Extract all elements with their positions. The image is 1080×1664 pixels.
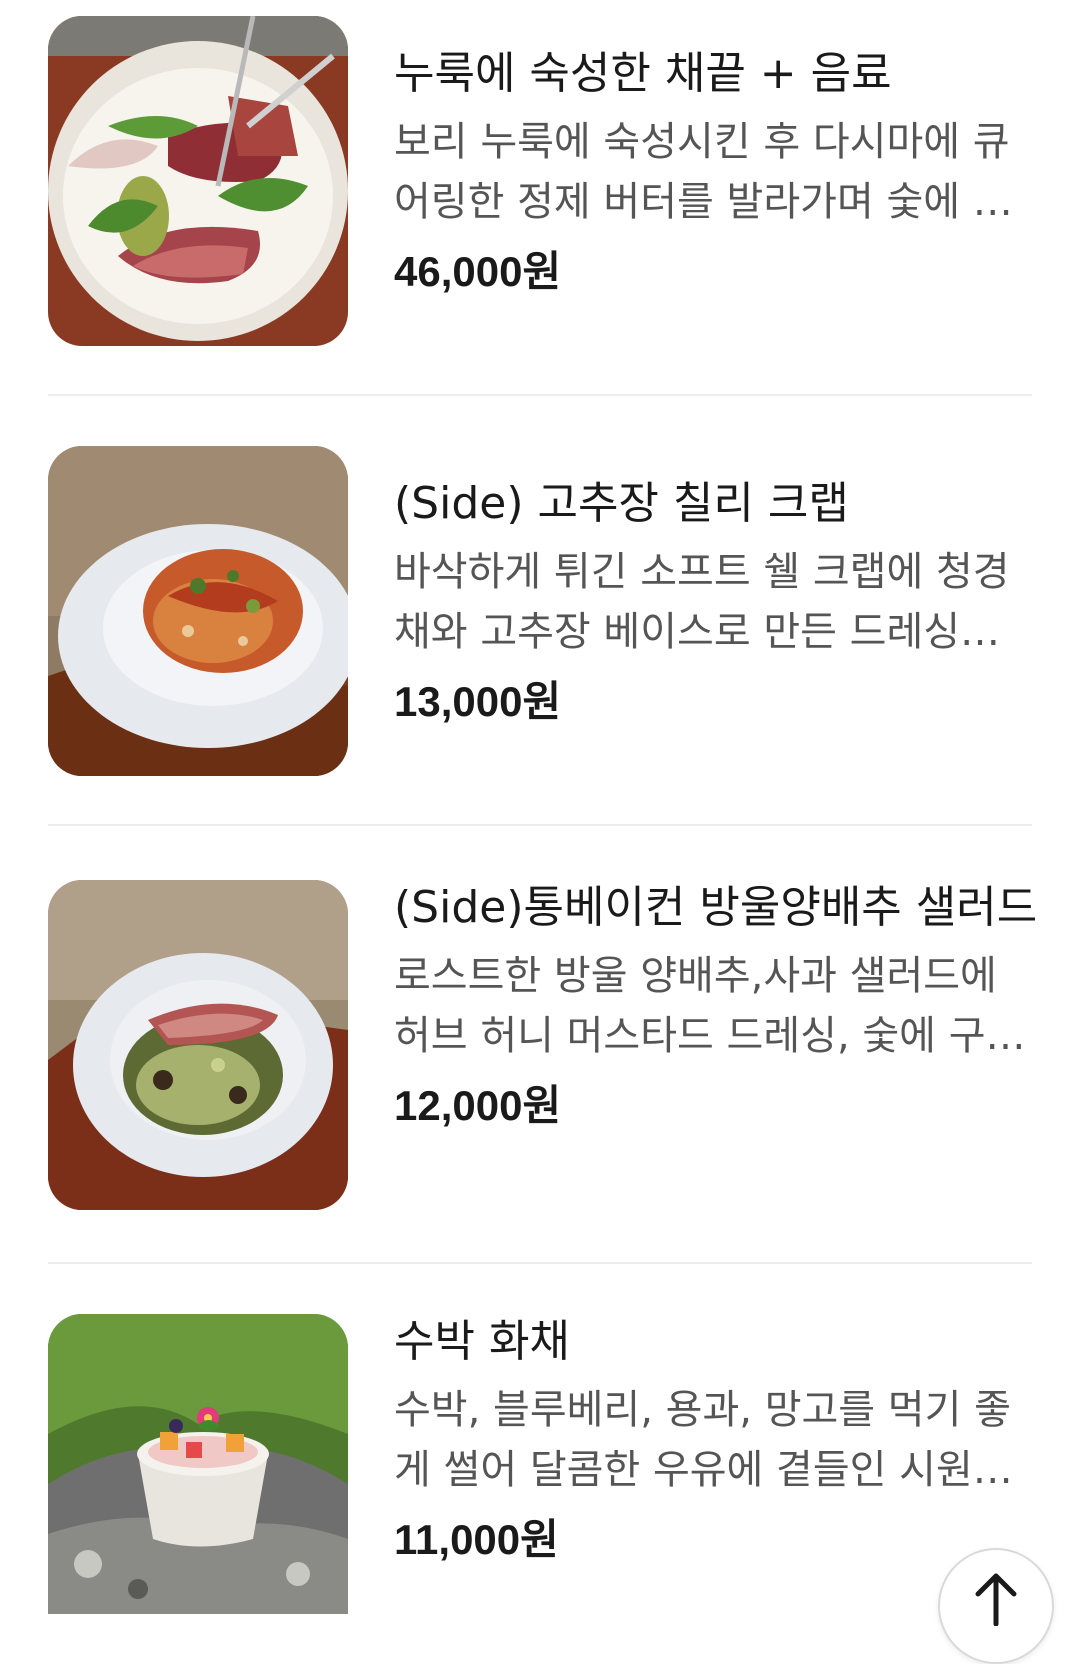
menu-item[interactable]: 누룩에 숙성한 채끝 + 음료 보리 누룩에 숙성시킨 후 다시마에 큐어링한 … [48, 16, 1032, 346]
menu-item-info: 누룩에 숙성한 채끝 + 음료 보리 누룩에 숙성시킨 후 다시마에 큐어링한 … [394, 16, 1038, 300]
menu-item-price: 12,000원 [394, 1082, 562, 1129]
scroll-to-top-button[interactable] [938, 1548, 1054, 1664]
menu-item-photo [48, 880, 348, 1210]
menu-item-price: 46,000원 [394, 248, 562, 295]
divider [48, 1262, 1032, 1264]
menu-item-photo [48, 16, 348, 346]
arrow-up-icon [975, 1573, 1017, 1626]
menu-item-photo [48, 446, 348, 776]
menu-item-description: 바삭하게 튀긴 소프트 쉘 크랩에 청경채와 고추장 베이스로 만든 드레싱… [394, 549, 1010, 655]
menu-item-price: 13,000원 [394, 678, 562, 725]
menu-item-name: (Side) 고추장 칠리 크랩 [394, 478, 849, 529]
divider [48, 394, 1032, 396]
menu-item-description: 수박, 블루베리, 용과, 망고를 먹기 좋게 썰어 달콤한 우유에 곁들인 시… [394, 1387, 1013, 1493]
menu-item-name: 수박 화채 [394, 1316, 570, 1367]
menu-item-name: 누룩에 숙성한 채끝 + 음료 [394, 48, 892, 99]
menu-item-name: (Side)통베이컨 방울양배추 샐러드 [394, 882, 1038, 933]
menu-item-info: (Side)통베이컨 방울양배추 샐러드 로스트한 방울 양배추,사과 샐러드에… [394, 880, 1038, 1134]
menu-item-photo [48, 1314, 348, 1614]
menu-item-description: 로스트한 방울 양배추,사과 샐러드에 허브 허니 머스타드 드레싱, 숯에 구… [394, 953, 1026, 1059]
menu-item-description: 보리 누룩에 숙성시킨 후 다시마에 큐어링한 정제 버터를 발라가며 숯에 … [394, 119, 1013, 225]
menu-item[interactable]: (Side) 고추장 칠리 크랩 바삭하게 튀긴 소프트 쉘 크랩에 청경채와 … [48, 446, 1032, 776]
menu-item-info: (Side) 고추장 칠리 크랩 바삭하게 튀긴 소프트 쉘 크랩에 청경채와 … [394, 446, 1038, 730]
menu-item[interactable]: 수박 화채 수박, 블루베리, 용과, 망고를 먹기 좋게 썰어 달콤한 우유에… [48, 1314, 1032, 1614]
menu-item-price: 11,000원 [394, 1516, 559, 1563]
divider [48, 824, 1032, 826]
menu-item[interactable]: (Side)통베이컨 방울양배추 샐러드 로스트한 방울 양배추,사과 샐러드에… [48, 880, 1037, 1210]
menu-item-info: 수박 화채 수박, 블루베리, 용과, 망고를 먹기 좋게 썰어 달콤한 우유에… [394, 1314, 1038, 1568]
